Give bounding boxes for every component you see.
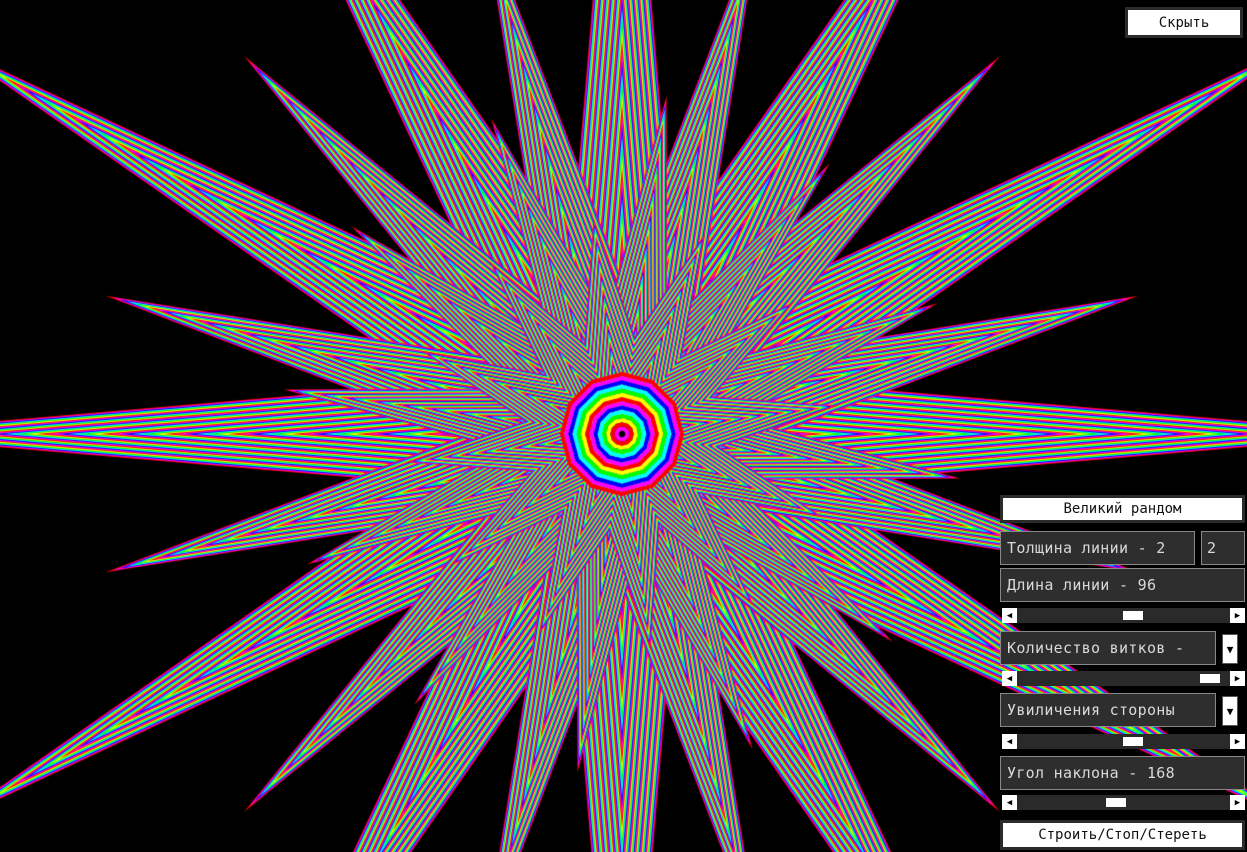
slider-right-arrow-icon[interactable]: ▶ xyxy=(1230,671,1245,686)
slider-left-arrow-icon[interactable]: ◀ xyxy=(1002,671,1017,686)
hide-button[interactable]: Скрыть xyxy=(1125,7,1243,38)
tilt-angle-label: Угол наклона - 168 xyxy=(1000,756,1245,790)
turns-count-dropdown-icon[interactable]: ▼ xyxy=(1222,634,1238,664)
line-thickness-label: Толщина линии - 2 xyxy=(1000,531,1195,565)
line-thickness-input[interactable]: 2 xyxy=(1201,531,1245,565)
tilt-angle-slider[interactable]: ◀ ▶ xyxy=(1002,795,1245,810)
slider-thumb[interactable] xyxy=(1105,798,1126,807)
side-increase-label: Увиличения стороны xyxy=(1000,693,1216,727)
slider-left-arrow-icon[interactable]: ◀ xyxy=(1002,795,1017,810)
side-increase-slider[interactable]: ◀ ▶ xyxy=(1002,734,1245,749)
line-length-label: Длина линии - 96 xyxy=(1000,568,1245,602)
turns-count-slider[interactable]: ◀ ▶ xyxy=(1002,671,1245,686)
line-length-slider[interactable]: ◀ ▶ xyxy=(1002,608,1245,623)
slider-right-arrow-icon[interactable]: ▶ xyxy=(1230,608,1245,623)
build-stop-erase-button[interactable]: Строить/Стоп/Стереть xyxy=(1000,820,1245,850)
side-increase-dropdown-icon[interactable]: ▼ xyxy=(1222,696,1238,726)
random-button[interactable]: Великий рандом xyxy=(1000,495,1245,523)
slider-thumb[interactable] xyxy=(1200,674,1221,683)
slider-left-arrow-icon[interactable]: ◀ xyxy=(1002,608,1017,623)
slider-thumb[interactable] xyxy=(1123,737,1144,746)
slider-thumb[interactable] xyxy=(1123,611,1144,620)
slider-right-arrow-icon[interactable]: ▶ xyxy=(1230,795,1245,810)
slider-right-arrow-icon[interactable]: ▶ xyxy=(1230,734,1245,749)
turns-count-label: Количество витков - xyxy=(1000,631,1216,665)
slider-left-arrow-icon[interactable]: ◀ xyxy=(1002,734,1017,749)
